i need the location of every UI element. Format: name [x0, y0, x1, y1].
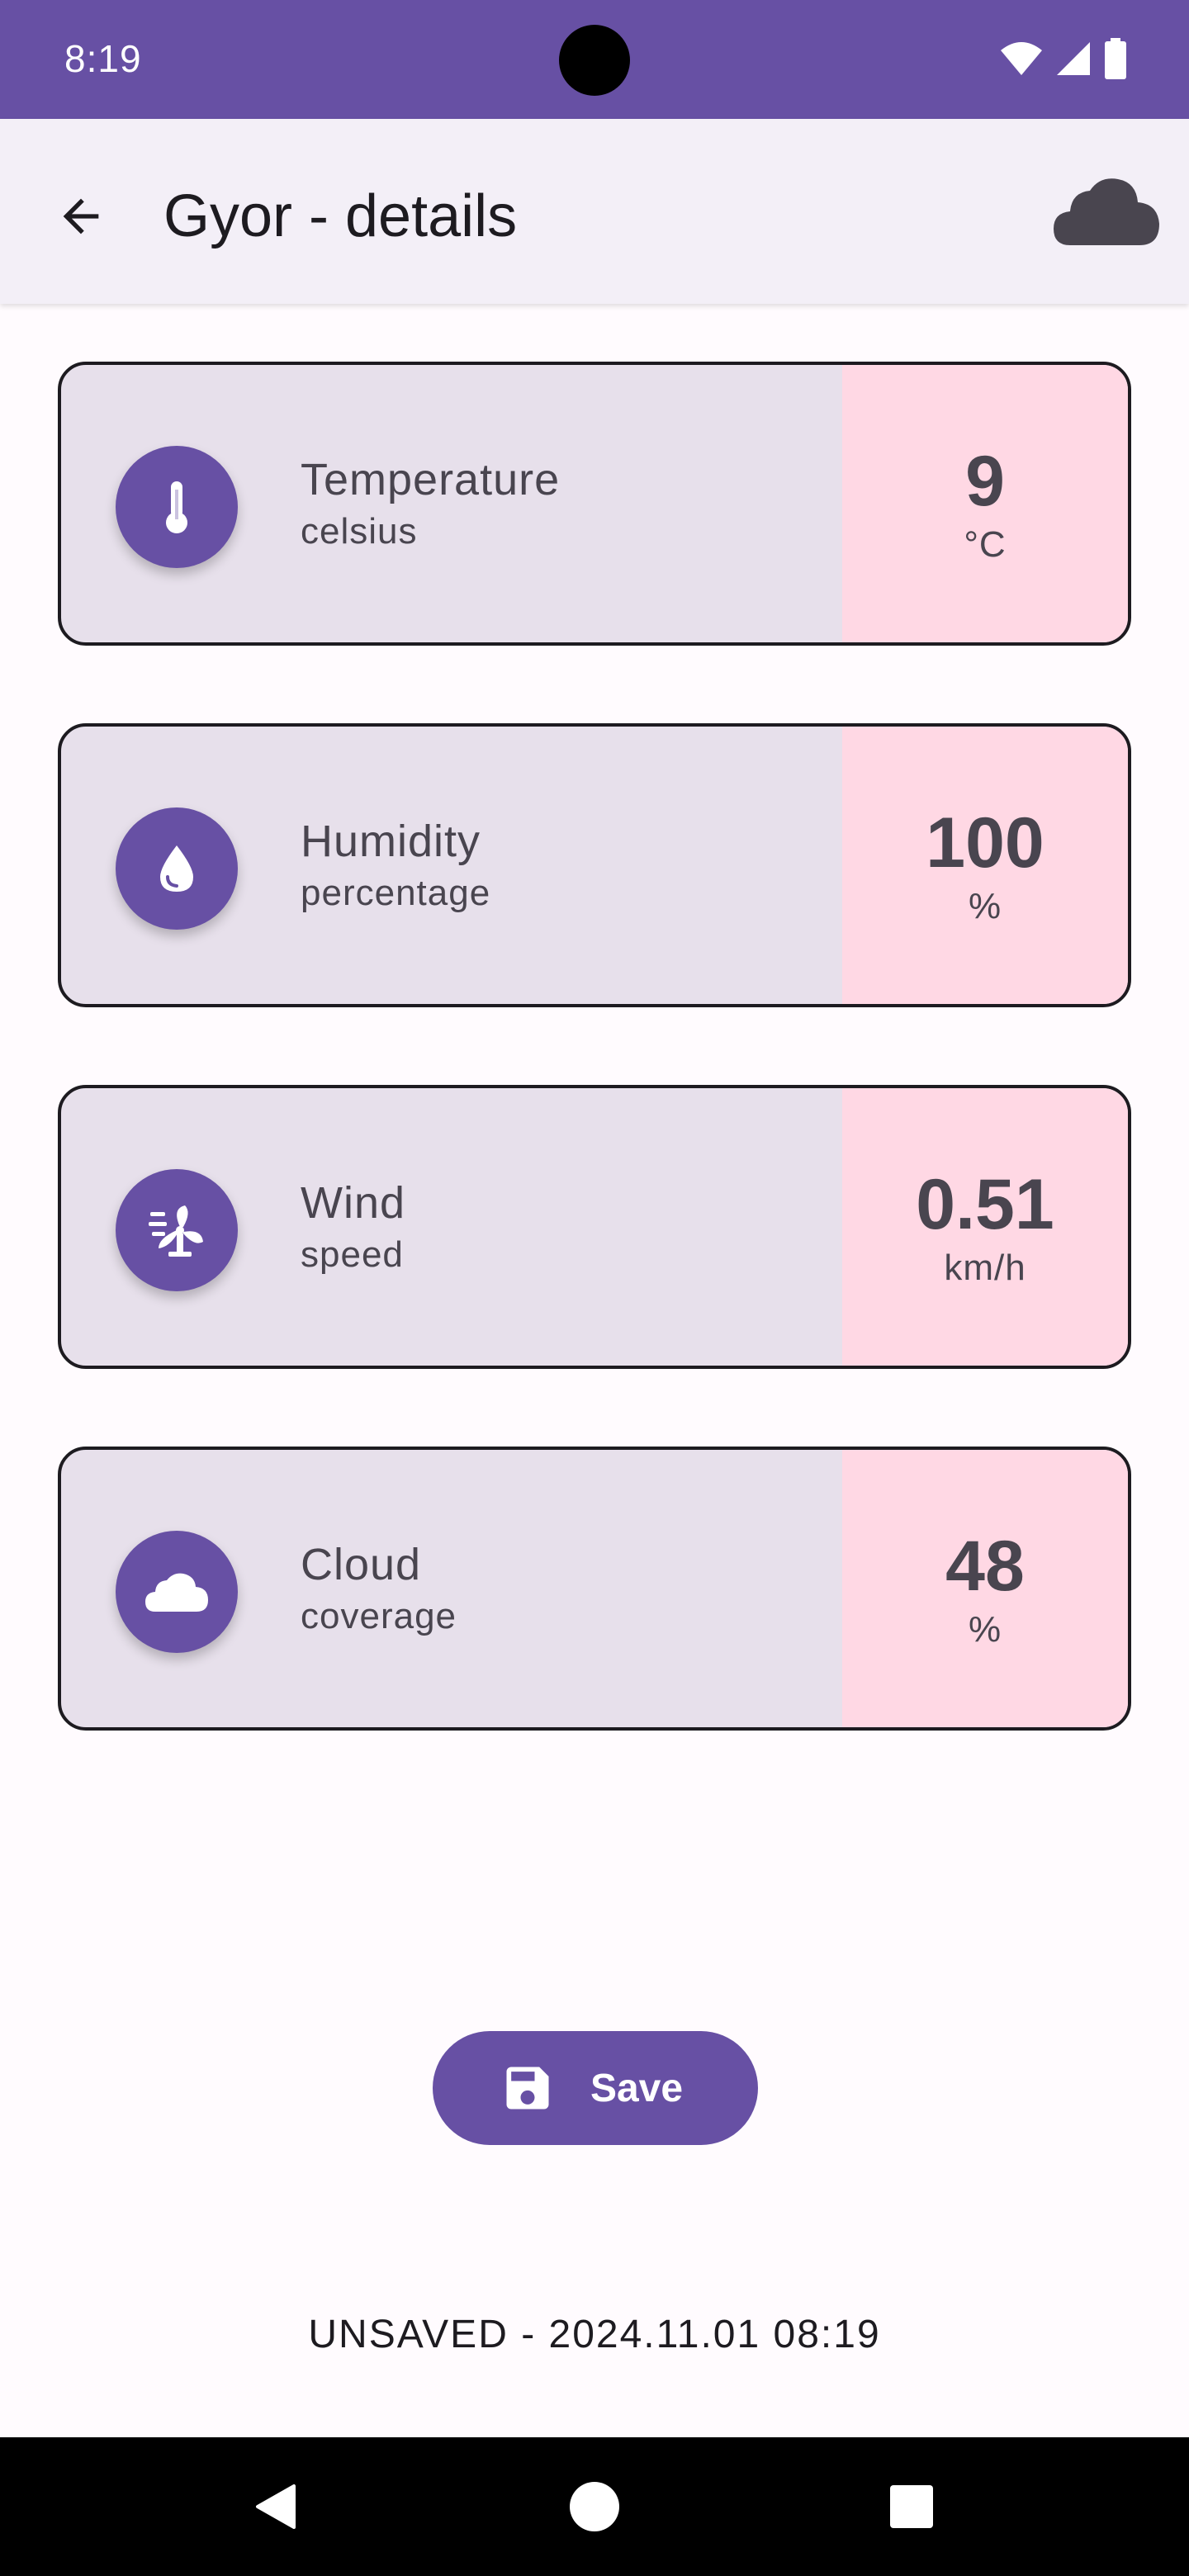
- cloud-icon: [1054, 178, 1159, 245]
- back-button[interactable]: [41, 177, 121, 256]
- recents-square-icon: [890, 2485, 933, 2528]
- card-value: 100: [926, 803, 1045, 883]
- back-triangle-icon: [256, 2484, 296, 2529]
- save-button[interactable]: Save: [433, 2031, 758, 2145]
- battery-icon: [1105, 38, 1126, 79]
- card-info: Wind speed: [61, 1088, 846, 1366]
- card-subtitle: speed: [301, 1234, 404, 1275]
- cloud-card[interactable]: Cloud coverage 48 %: [58, 1447, 1131, 1731]
- card-unit: %: [968, 886, 1002, 926]
- card-unit: %: [968, 1609, 1002, 1650]
- nav-back-button[interactable]: [234, 2465, 317, 2548]
- save-button-label: Save: [590, 2066, 684, 2110]
- card-value: 0.51: [916, 1165, 1054, 1244]
- cloud-action-button[interactable]: [1049, 170, 1164, 253]
- thermometer-icon: [116, 446, 238, 568]
- wind-card[interactable]: Wind speed 0.51 km/h: [58, 1085, 1131, 1369]
- nav-recents-button[interactable]: [870, 2465, 953, 2548]
- card-value-panel: 0.51 km/h: [842, 1088, 1128, 1366]
- card-subtitle: celsius: [301, 511, 418, 552]
- card-title: Temperature: [301, 455, 561, 504]
- status-bar: 8:19: [0, 0, 1189, 119]
- card-unit: km/h: [944, 1248, 1026, 1288]
- card-subtitle: coverage: [301, 1596, 457, 1636]
- status-icons: [999, 38, 1128, 79]
- nav-home-button[interactable]: [553, 2465, 636, 2548]
- water-drop-icon: [116, 807, 238, 930]
- card-title: Wind: [301, 1178, 406, 1228]
- card-info: Cloud coverage: [61, 1450, 846, 1727]
- screen: 8:19 Gyor - details Temperature celsius …: [0, 0, 1189, 2576]
- card-value-panel: 48 %: [842, 1450, 1128, 1727]
- save-icon: [506, 2067, 549, 2110]
- cloud-icon: [116, 1531, 238, 1653]
- system-navigation-bar: [0, 2437, 1189, 2576]
- card-value-panel: 100 %: [842, 727, 1128, 1004]
- arrow-back-icon: [63, 198, 99, 234]
- card-value: 9: [965, 442, 1005, 521]
- temperature-card[interactable]: Temperature celsius 9 °C: [58, 362, 1131, 646]
- wifi-icon: [1001, 42, 1042, 75]
- card-title: Humidity: [301, 817, 481, 866]
- save-status-text: UNSAVED - 2024.11.01 08:19: [308, 2313, 881, 2356]
- card-info: Humidity percentage: [61, 727, 846, 1004]
- card-value: 48: [945, 1527, 1025, 1606]
- camera-cutout: [559, 25, 630, 96]
- card-value-panel: 9 °C: [842, 365, 1128, 642]
- top-app-bar: Gyor - details: [0, 119, 1189, 304]
- page-title: Gyor - details: [163, 183, 518, 249]
- home-circle-icon: [570, 2482, 619, 2531]
- wind-icon: [116, 1169, 238, 1291]
- card-info: Temperature celsius: [61, 365, 846, 642]
- card-subtitle: percentage: [301, 873, 491, 913]
- status-time: 8:19: [64, 37, 142, 80]
- humidity-card[interactable]: Humidity percentage 100 %: [58, 723, 1131, 1007]
- signal-icon: [1057, 42, 1090, 75]
- card-title: Cloud: [301, 1540, 422, 1589]
- card-unit: °C: [964, 524, 1007, 565]
